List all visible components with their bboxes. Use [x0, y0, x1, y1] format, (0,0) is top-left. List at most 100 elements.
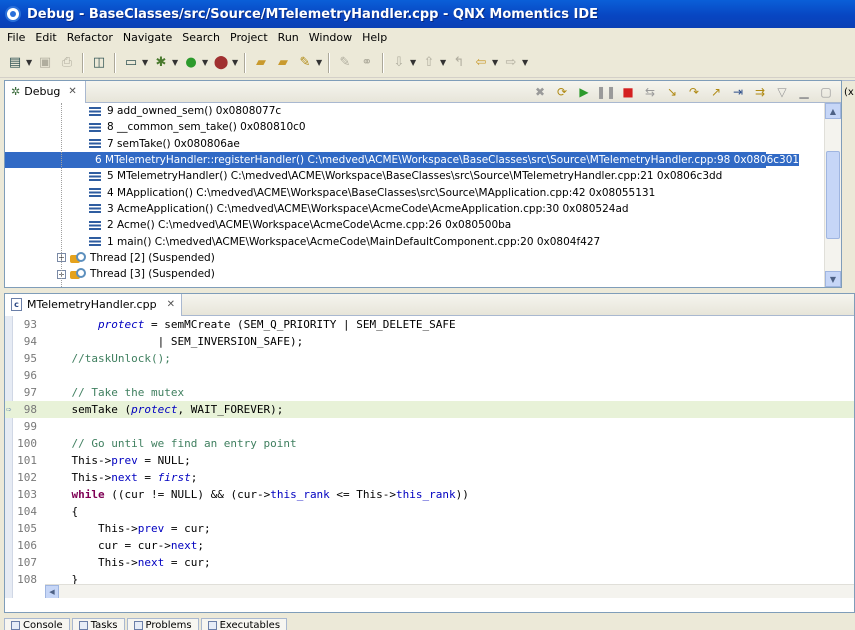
qnx-app-icon[interactable]: [5, 6, 21, 22]
minimize-icon[interactable]: ▁: [793, 83, 815, 101]
remove-terminated-icon[interactable]: ✖: [529, 83, 551, 101]
step-into-icon[interactable]: ↘: [661, 83, 683, 101]
stack-frame-row[interactable]: 4 MApplication() C:\medved\ACME\Workspac…: [5, 184, 821, 200]
target-dropdown-icon[interactable]: ▼: [142, 58, 150, 67]
open-type-icon[interactable]: ▰: [272, 52, 294, 74]
thread-row[interactable]: + Thread [2] (Suspended): [5, 250, 821, 266]
stack-frame-row[interactable]: 5 MTelemetryHandler() C:\medved\ACME\Wor…: [5, 168, 821, 184]
code-line[interactable]: 101 This->prev = NULL;: [5, 452, 854, 469]
editor-tabbar: c MTelemetryHandler.cpp ✕: [5, 293, 854, 316]
save-icon[interactable]: ▣: [34, 52, 56, 74]
code-text-area[interactable]: 93 protect = semMCreate (SEM_Q_PRIORITY …: [5, 316, 854, 598]
menu-project[interactable]: Project: [225, 31, 273, 44]
tab-mtelemetryhandler-cpp[interactable]: c MTelemetryHandler.cpp ✕: [5, 293, 182, 316]
debug-dropdown-icon[interactable]: ▼: [172, 58, 180, 67]
link-icon[interactable]: ⚭: [356, 52, 378, 74]
back-icon[interactable]: ⇦: [470, 52, 492, 74]
code-line[interactable]: 100 // Go until we find an entry point: [5, 435, 854, 452]
code-line[interactable]: 102 This->next = first;: [5, 469, 854, 486]
stack-frame-row[interactable]: 8 __common_sem_take() 0x080810c0: [5, 119, 821, 135]
line-number: 103: [17, 488, 37, 501]
menu-edit[interactable]: Edit: [30, 31, 61, 44]
variables-panel-collapsed[interactable]: (x: [842, 80, 855, 288]
tab-problems[interactable]: Problems: [126, 618, 199, 630]
window-title: Debug - BaseClasses/src/Source/MTelemetr…: [27, 6, 599, 22]
code-text: This->next = cur;: [45, 556, 211, 569]
prev-annotation-dropdown-icon[interactable]: ▼: [440, 58, 448, 67]
step-filter-icon[interactable]: ⇉: [749, 83, 771, 101]
terminate-icon[interactable]: ■: [617, 83, 639, 101]
code-line[interactable]: 99: [5, 418, 854, 435]
external-tools-icon[interactable]: ⬤: [210, 52, 232, 74]
menu-file[interactable]: File: [2, 31, 30, 44]
search-icon[interactable]: ✎: [294, 52, 316, 74]
debug-bug-icon[interactable]: ✱: [150, 52, 172, 74]
editor-horizontal-scrollbar[interactable]: ◀: [45, 584, 854, 598]
stack-frame-row[interactable]: 1 main() C:\medved\ACME\Workspace\AcmeCo…: [5, 233, 821, 249]
stack-frame-row[interactable]: 9 add_owned_sem() 0x0808077c: [5, 103, 821, 119]
print-icon[interactable]: ⎙: [56, 52, 78, 74]
next-annotation-dropdown-icon[interactable]: ▼: [410, 58, 418, 67]
new-dropdown-icon[interactable]: ▼: [26, 58, 34, 67]
menu-search[interactable]: Search: [177, 31, 225, 44]
view-menu-icon[interactable]: ▽: [771, 83, 793, 101]
menu-navigate[interactable]: Navigate: [118, 31, 177, 44]
menu-window[interactable]: Window: [304, 31, 357, 44]
code-line[interactable]: 106 cur = cur->next;: [5, 537, 854, 554]
stack-frame-row[interactable]: 3 AcmeApplication() C:\medved\ACME\Works…: [5, 201, 821, 217]
current-instruction-line[interactable]: ⇨ 98 semTake (protect, WAIT_FOREVER);: [5, 401, 854, 418]
thread-row[interactable]: + Thread [3] (Suspended): [5, 266, 821, 282]
close-icon[interactable]: ✕: [68, 86, 76, 97]
stack-frame-row[interactable]: 2 Acme() C:\medved\ACME\Workspace\AcmeCo…: [5, 217, 821, 233]
resume-icon[interactable]: ▶: [573, 83, 595, 101]
target-icon[interactable]: ▭: [120, 52, 142, 74]
external-tools-dropdown-icon[interactable]: ▼: [232, 58, 240, 67]
menu-help[interactable]: Help: [357, 31, 392, 44]
run-dropdown-icon[interactable]: ▼: [202, 58, 210, 67]
code-line[interactable]: 105 This->prev = cur;: [5, 520, 854, 537]
scroll-left-icon[interactable]: ◀: [45, 585, 59, 598]
tab-console[interactable]: Console: [4, 618, 70, 630]
prev-annotation-icon[interactable]: ⇧: [418, 52, 440, 74]
code-line[interactable]: 97 // Take the mutex: [5, 384, 854, 401]
line-number: 99: [23, 420, 37, 433]
last-edit-icon[interactable]: ↰: [448, 52, 470, 74]
suspend-icon[interactable]: ❚❚: [595, 83, 617, 101]
step-over-icon[interactable]: ↷: [683, 83, 705, 101]
scroll-down-icon[interactable]: ▼: [825, 271, 841, 287]
menu-refactor[interactable]: Refactor: [62, 31, 118, 44]
code-line[interactable]: 93 protect = semMCreate (SEM_Q_PRIORITY …: [5, 316, 854, 333]
menu-run[interactable]: Run: [273, 31, 304, 44]
tab-debug[interactable]: ✲ Debug ✕: [5, 80, 86, 103]
code-line[interactable]: 94 | SEM_INVERSION_SAFE);: [5, 333, 854, 350]
scrollbar-thumb[interactable]: [826, 151, 840, 239]
code-line[interactable]: 104 {: [5, 503, 854, 520]
stack-frame-row[interactable]: 7 semTake() 0x080806ae: [5, 136, 821, 152]
code-line[interactable]: 103 while ((cur != NULL) && (cur->this_r…: [5, 486, 854, 503]
new-icon[interactable]: ▤: [4, 52, 26, 74]
tab-executables[interactable]: Executables: [200, 618, 288, 630]
binary-icon[interactable]: ◫: [88, 52, 110, 74]
next-annotation-icon[interactable]: ⇩: [388, 52, 410, 74]
back-dropdown-icon[interactable]: ▼: [492, 58, 500, 67]
open-folder-icon[interactable]: ▰: [250, 52, 272, 74]
drop-to-frame-icon[interactable]: ⇥: [727, 83, 749, 101]
line-number: 94: [23, 335, 37, 348]
code-line[interactable]: 107 This->next = cur;: [5, 554, 854, 571]
stack-frame-row-selected[interactable]: 6 MTelemetryHandler::registerHandler() C…: [5, 151, 800, 169]
search-dropdown-icon[interactable]: ▼: [316, 58, 324, 67]
forward-dropdown-icon[interactable]: ▼: [522, 58, 530, 67]
disconnect-icon[interactable]: ⇆: [639, 83, 661, 101]
connect-icon[interactable]: ⟳: [551, 83, 573, 101]
run-icon[interactable]: ●: [180, 52, 202, 74]
step-return-icon[interactable]: ↗: [705, 83, 727, 101]
close-icon[interactable]: ✕: [167, 299, 175, 310]
edit-icon[interactable]: ✎: [334, 52, 356, 74]
forward-icon[interactable]: ⇨: [500, 52, 522, 74]
maximize-icon[interactable]: ▢: [815, 83, 837, 101]
scroll-up-icon[interactable]: ▲: [825, 103, 841, 119]
code-line[interactable]: 95 //taskUnlock();: [5, 350, 854, 367]
debug-vertical-scrollbar[interactable]: ▲ ▼: [824, 103, 841, 287]
tab-tasks[interactable]: Tasks: [71, 618, 125, 630]
code-line[interactable]: 96: [5, 367, 854, 384]
